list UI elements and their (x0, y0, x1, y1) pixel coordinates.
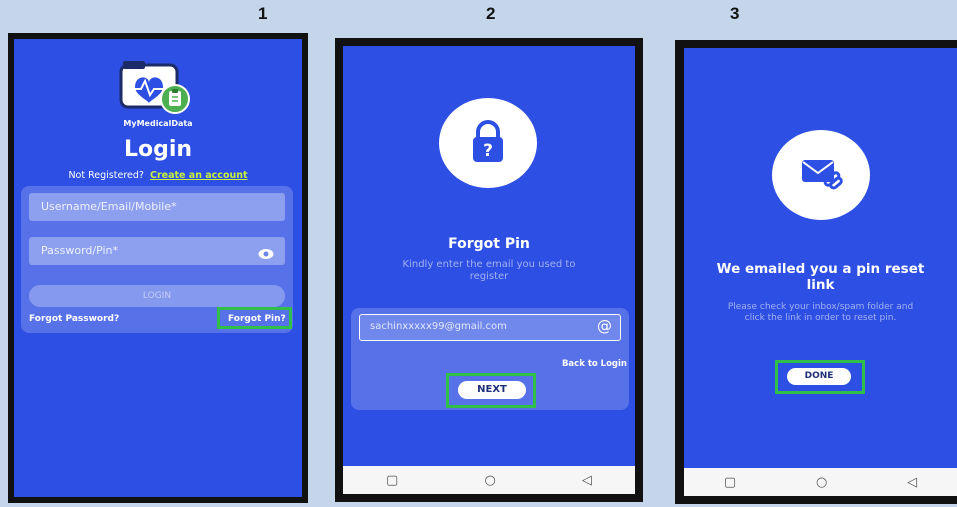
email-link-icon (800, 158, 844, 192)
phone-email-sent: We emailed you a pin reset link Please c… (675, 40, 957, 504)
step-3-label: 3 (730, 4, 740, 23)
brand-name: MyMedicalData (123, 119, 193, 128)
back-icon[interactable]: ◁ (907, 475, 917, 490)
lock-icon: ? (470, 120, 506, 164)
create-account-link[interactable]: Create an account (150, 170, 248, 181)
email-sent-title: We emailed you a pin reset link (716, 261, 925, 293)
done-highlight (775, 360, 865, 394)
back-to-login-link[interactable]: Back to Login (562, 359, 627, 369)
home-icon[interactable]: ○ (484, 473, 495, 488)
forgot-pin-highlight (217, 307, 292, 329)
page-title: Login (123, 137, 193, 162)
phone-login: MyMedicalData Login Not Registered? Crea… (8, 33, 308, 503)
phone-forgot-pin: ? Forgot Pin Kindly enter the email you … (335, 38, 643, 502)
eye-icon[interactable] (258, 245, 274, 259)
not-registered-text: Not Registered? (68, 170, 144, 181)
step-2-label: 2 (486, 4, 496, 23)
forgot-password-link[interactable]: Forgot Password? (29, 314, 119, 324)
password-input[interactable]: Password/Pin* (29, 237, 285, 265)
forgot-pin-screen: ? Forgot Pin Kindly enter the email you … (343, 46, 635, 494)
at-icon: @ (597, 317, 612, 335)
step-1-label: 1 (258, 4, 268, 23)
forgot-pin-title: Forgot Pin (448, 236, 530, 252)
app-logo (117, 59, 197, 117)
email-value: sachinxxxxx99@gmail.com (370, 321, 507, 332)
email-sent-screen: We emailed you a pin reset link Please c… (684, 48, 957, 496)
email-sent-message: Please check your inbox/spam folder and … (727, 302, 914, 323)
login-screen: MyMedicalData Login Not Registered? Crea… (14, 39, 302, 497)
android-navbar: ▢ ○ ◁ (343, 466, 635, 494)
android-navbar: ▢ ○ ◁ (684, 468, 957, 496)
back-icon[interactable]: ◁ (582, 473, 592, 488)
email-input[interactable]: sachinxxxxx99@gmail.com @ (359, 314, 621, 341)
home-icon[interactable]: ○ (816, 475, 827, 490)
svg-text:?: ? (483, 141, 493, 161)
forgot-pin-subtitle: Kindly enter the email you used to regis… (402, 259, 576, 282)
username-input[interactable]: Username/Email/Mobile* (29, 193, 285, 221)
recents-icon[interactable]: ▢ (386, 473, 398, 488)
next-highlight (446, 373, 536, 408)
login-button[interactable]: LOGIN (29, 285, 285, 307)
recents-icon[interactable]: ▢ (724, 475, 736, 490)
register-line: Not Registered? Create an account (14, 170, 302, 181)
